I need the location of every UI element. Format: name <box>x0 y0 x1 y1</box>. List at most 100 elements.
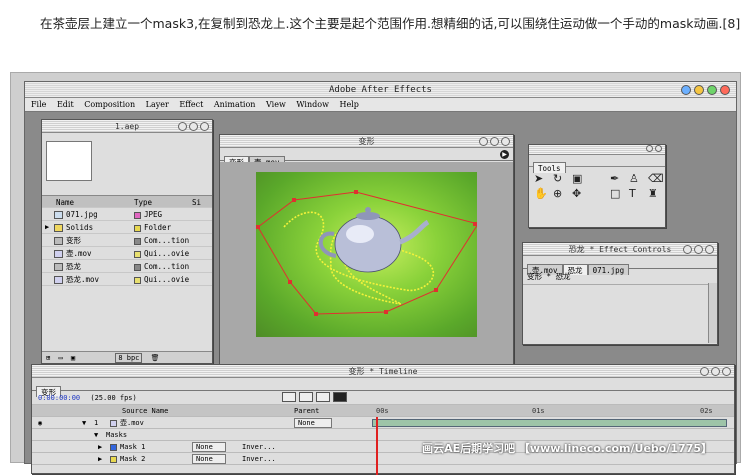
item-type: Folder <box>144 223 172 232</box>
hand-tool-icon[interactable]: ✋ <box>534 187 551 200</box>
comp-canvas[interactable] <box>256 172 479 337</box>
project-titlebar[interactable]: 1.aep <box>42 120 212 133</box>
menu-help[interactable]: Help <box>339 100 358 109</box>
col-source-header[interactable]: Source Name <box>122 405 168 417</box>
item-type: Com...tion <box>144 262 190 271</box>
timeline-zoom-icon[interactable] <box>722 367 731 376</box>
project-item[interactable]: 恐龙.mov Qui...ovie <box>42 273 212 286</box>
menu-effect[interactable]: Effect <box>179 100 203 109</box>
new-folder-icon[interactable]: ▭ <box>58 354 62 362</box>
project-close-icon[interactable] <box>178 122 187 131</box>
tools-close-icon[interactable] <box>646 145 653 152</box>
watermark-text: 画云AE后期学习吧 【www.lineco.com/Uebo/1775】 <box>422 442 712 455</box>
parent-dropdown[interactable]: None <box>294 418 332 428</box>
movie-icon <box>54 276 63 284</box>
label-color-icon <box>134 224 141 232</box>
layer-duration-bar[interactable] <box>372 419 727 427</box>
mask-mode-dropdown[interactable]: None <box>192 442 226 452</box>
effects-titlebar[interactable]: 恐龙 * Effect Controls <box>523 243 717 256</box>
menu-window[interactable]: Window <box>296 100 329 109</box>
brush-tool-icon[interactable]: ♙ <box>629 172 646 185</box>
project-item[interactable]: 071.jpg JPEG <box>42 208 212 221</box>
text-tool-icon[interactable]: T <box>629 187 646 200</box>
expand-triangle-icon[interactable]: ▼ <box>94 429 98 441</box>
zoom-button[interactable] <box>707 85 717 95</box>
col-parent-header[interactable]: Parent <box>294 405 319 417</box>
layer-number: 1 <box>94 419 99 427</box>
item-name: 变形 <box>66 236 81 245</box>
project-zoom-icon[interactable] <box>200 122 209 131</box>
minimize-button[interactable] <box>694 85 704 95</box>
comp-titlebar[interactable]: 变形 <box>220 135 513 148</box>
item-type: Com...tion <box>144 236 190 245</box>
pen-tool-icon[interactable]: ✒ <box>610 172 627 185</box>
project-item[interactable]: 壶.mov Qui...ovie <box>42 247 212 260</box>
timeline-min-icon[interactable] <box>711 367 720 376</box>
comp-zoom-icon[interactable] <box>501 137 510 146</box>
menu-view[interactable]: View <box>266 100 286 109</box>
effects-zoom-icon[interactable] <box>705 245 714 254</box>
motion-blur-icon[interactable] <box>316 392 330 402</box>
project-item[interactable]: 恐龙 Com...tion <box>42 260 212 273</box>
project-min-icon[interactable] <box>189 122 198 131</box>
selection-tool-icon[interactable]: ➤ <box>534 172 551 185</box>
find-icon[interactable]: ⊞ <box>46 354 50 362</box>
project-item[interactable]: 变形 Com...tion <box>42 234 212 247</box>
trash-icon[interactable]: 🗑 <box>151 354 160 362</box>
timeline-layer-row[interactable]: ◉ ▼ 1 壶.mov None <box>32 417 734 429</box>
mask-invert-checkbox[interactable]: Inver... <box>242 441 276 453</box>
clone-stamp-tool-icon[interactable]: ♜ <box>648 187 665 200</box>
bit-depth-button[interactable]: 8 bpc <box>115 353 143 363</box>
collapse-button[interactable] <box>681 85 691 95</box>
zoom-tool-icon[interactable]: ⊕ <box>553 187 570 200</box>
menu-layer[interactable]: Layer <box>146 100 169 109</box>
timeline-title: 变形 * Timeline <box>348 367 418 376</box>
visibility-eye-icon[interactable]: ◉ <box>38 417 42 429</box>
rectangle-mask-tool-icon[interactable]: □ <box>610 187 627 200</box>
comp-close-icon[interactable] <box>479 137 488 146</box>
expand-triangle-icon[interactable]: ▶ <box>98 441 102 453</box>
frame-blend-icon[interactable] <box>299 392 313 402</box>
menu-file[interactable]: File <box>31 100 46 109</box>
mask-name: Mask 2 <box>120 455 146 463</box>
after-effects-window: Adobe After Effects File Edit Compositio… <box>24 81 737 475</box>
menu-animation[interactable]: Animation <box>214 100 256 109</box>
menu-edit[interactable]: Edit <box>57 100 74 109</box>
layer-name: 壶.mov <box>120 419 144 427</box>
comp-menu-icon[interactable]: ▶ <box>500 150 509 159</box>
tools-zoom-icon[interactable] <box>655 145 662 152</box>
current-time[interactable]: 0:00:00:00 <box>38 394 80 402</box>
project-header-row: Name Type Si <box>42 195 212 208</box>
timeline-titlebar[interactable]: 变形 * Timeline <box>32 365 734 378</box>
eraser-tool-icon[interactable]: ⌫ <box>648 172 665 185</box>
expand-triangle-icon[interactable]: ▶ <box>98 453 102 465</box>
current-time-indicator[interactable] <box>376 417 378 475</box>
menu-composition[interactable]: Composition <box>84 100 135 109</box>
effects-tabbar: 壶.mov 恐龙 071.jpg <box>523 256 717 275</box>
camera-tool-icon[interactable]: ▣ <box>572 172 589 185</box>
new-comp-icon[interactable]: ▣ <box>71 354 75 362</box>
rotate-tool-icon[interactable]: ↻ <box>553 172 570 185</box>
effects-close-icon[interactable] <box>683 245 692 254</box>
comp-tabbar: 变形壶.mov ▶ <box>220 148 513 167</box>
shy-switch-icon[interactable] <box>282 392 296 402</box>
close-button[interactable] <box>720 85 730 95</box>
project-footer: ⊞ ▭ ▣ 8 bpc 🗑 <box>42 351 212 363</box>
label-color-icon <box>134 276 141 284</box>
image-file-icon <box>54 211 63 219</box>
pan-behind-tool-icon[interactable]: ✥ <box>572 187 589 200</box>
comp-min-icon[interactable] <box>490 137 499 146</box>
folder-icon <box>54 224 63 232</box>
mask-color-icon <box>110 455 117 463</box>
effects-scrollbar[interactable] <box>708 283 717 343</box>
expand-triangle-icon[interactable]: ▼ <box>82 417 86 429</box>
project-item[interactable]: ▶ Solids Folder <box>42 221 212 234</box>
mask-invert-checkbox[interactable]: Inver... <box>242 453 276 465</box>
expand-triangle-icon[interactable]: ▶ <box>45 221 49 234</box>
graph-editor-icon[interactable] <box>333 392 347 402</box>
tools-titlebar[interactable] <box>529 145 665 155</box>
timeline-close-icon[interactable] <box>700 367 709 376</box>
effects-title: 恐龙 * Effect Controls <box>568 245 672 254</box>
tab-effects-071[interactable]: 071.jpg <box>587 264 630 275</box>
effects-min-icon[interactable] <box>694 245 703 254</box>
